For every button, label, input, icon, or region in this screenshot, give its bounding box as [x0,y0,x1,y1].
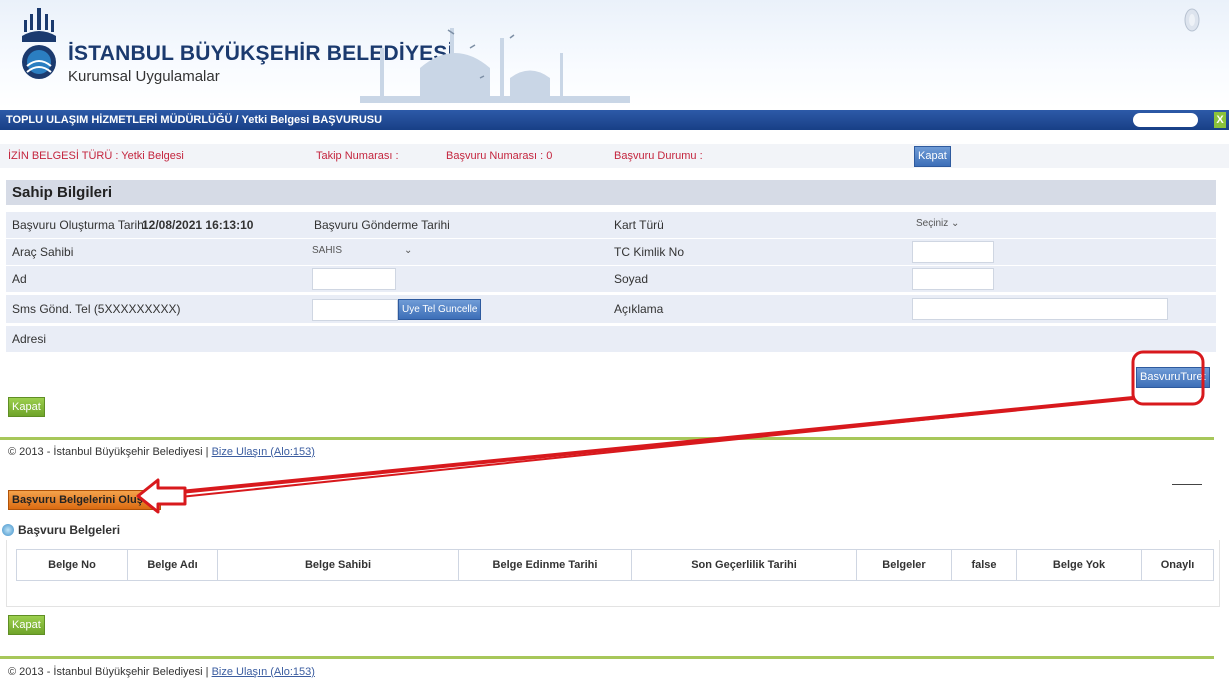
brand-subtitle: Kurumsal Uygulamalar [68,68,220,85]
divider-line-2 [0,656,1214,659]
first-name-input[interactable] [312,268,396,290]
documents-icon [2,524,14,536]
footer-2: © 2013 - İstanbul Büyükşehir Belediyesi … [8,666,315,678]
close-window-button[interactable]: X [1214,112,1226,128]
form-row-name: Ad Soyad [6,266,1216,293]
col-belgeler[interactable]: Belgeler [856,549,952,581]
close-button-green-2[interactable]: Kapat [8,615,45,635]
skyline-icon [360,28,630,103]
creation-date-label: Başvuru Oluşturma Tarihi [12,218,147,232]
vehicle-owner-value: SAHIS [312,245,343,256]
col-son-gecerlilik[interactable]: Son Geçerlilik Tarihi [631,549,857,581]
col-belge-no[interactable]: Belge No [16,549,128,581]
last-name-label: Soyad [614,272,649,286]
chevron-down-icon: ⌄ [404,245,413,256]
col-false[interactable]: false [951,549,1017,581]
col-belge-adi[interactable]: Belge Adı [127,549,218,581]
vehicle-owner-select[interactable]: SAHIS ⌄ [312,245,412,256]
chevron-down-icon: ⌄ [951,218,960,229]
documents-title: Başvuru Belgeleri [2,523,121,537]
create-application-documents-button[interactable]: Başvuru Belgelerini Oluştur [8,490,162,510]
create-application-button[interactable]: BasvuruTuret [1136,367,1210,388]
application-status-label: Başvuru Durumu : [614,150,703,162]
vehicle-owner-label: Araç Sahibi [12,245,74,259]
owner-info-section-header: Sahip Bilgileri [6,180,1216,205]
info-bulb-icon[interactable] [1183,6,1201,36]
separator-dash [1172,484,1202,485]
close-button-green-1[interactable]: Kapat [8,397,45,417]
application-info-row: İZİN BELGESİ TÜRÜ : Yetki Belgesi Takip … [0,144,1229,168]
close-button-top[interactable]: Kapat [914,146,951,167]
sms-phone-input[interactable] [312,299,398,321]
tc-id-input[interactable] [912,241,994,263]
contact-link[interactable]: Bize Ulaşın (Alo:153) [212,446,315,458]
send-date-label: Başvuru Gönderme Tarihi [314,218,450,232]
copyright-text: © 2013 - İstanbul Büyükşehir Belediyesi … [8,446,209,458]
window-titlebar: TOPLU ULAŞIM HİZMETLERİ MÜDÜRLÜĞÜ / Yetk… [0,110,1229,130]
tracking-number-label: Takip Numarası : [316,150,399,162]
footer-1: © 2013 - İstanbul Büyükşehir Belediyesi … [8,446,315,458]
documents-table: Belge No Belge Adı Belge Sahibi Belge Ed… [16,549,1214,581]
documents-title-text: Başvuru Belgeleri [18,523,121,537]
form-row-phone: Sms Gönd. Tel (5XXXXXXXXX) Uye Tel Gunce… [6,295,1216,324]
first-name-label: Ad [12,272,27,286]
creation-date-value: 12/08/2021 16:13:10 [142,218,254,232]
page-header: İSTANBUL BÜYÜKŞEHİR BELEDİYESİ Kurumsal … [0,0,1229,108]
window-title: TOPLU ULAŞIM HİZMETLERİ MÜDÜRLÜĞÜ / Yetk… [6,114,383,126]
card-type-value: Seçiniz [916,218,949,229]
last-name-input[interactable] [912,268,994,290]
update-member-phone-button[interactable]: Uye Tel Guncelle [398,299,482,320]
description-label: Açıklama [614,302,664,316]
ibb-logo-icon [22,8,56,79]
application-number-label: Başvuru Numarası : 0 [446,150,553,162]
permit-type-label: İZİN BELGESİ TÜRÜ : Yetki Belgesi [8,150,184,162]
col-belge-yok[interactable]: Belge Yok [1016,549,1142,581]
table-header-row: Belge No Belge Adı Belge Sahibi Belge Ed… [16,549,1214,581]
card-type-label: Kart Türü [614,218,664,232]
col-edinme-tarihi[interactable]: Belge Edinme Tarihi [458,549,632,581]
contact-link[interactable]: Bize Ulaşın (Alo:153) [212,666,315,678]
form-row-dates: Başvuru Oluşturma Tarihi 12/08/2021 16:1… [6,212,1216,239]
copyright-text: © 2013 - İstanbul Büyükşehir Belediyesi … [8,666,209,678]
user-name-pill [1133,113,1198,127]
col-onayli[interactable]: Onaylı [1141,549,1214,581]
divider-line [0,437,1214,440]
card-type-select[interactable]: Seçiniz ⌄ [916,218,959,229]
sms-phone-label: Sms Gönd. Tel (5XXXXXXXXX) [12,302,181,316]
col-belge-sahibi[interactable]: Belge Sahibi [217,549,459,581]
section-title: Sahip Bilgileri [12,184,113,201]
address-label: Adresi [12,332,47,346]
tc-id-label: TC Kimlik No [614,245,685,259]
form-row-address: Adresi [6,326,1216,353]
form-row-owner: Araç Sahibi SAHIS ⌄ TC Kimlik No [6,239,1216,266]
description-input[interactable] [912,298,1168,320]
